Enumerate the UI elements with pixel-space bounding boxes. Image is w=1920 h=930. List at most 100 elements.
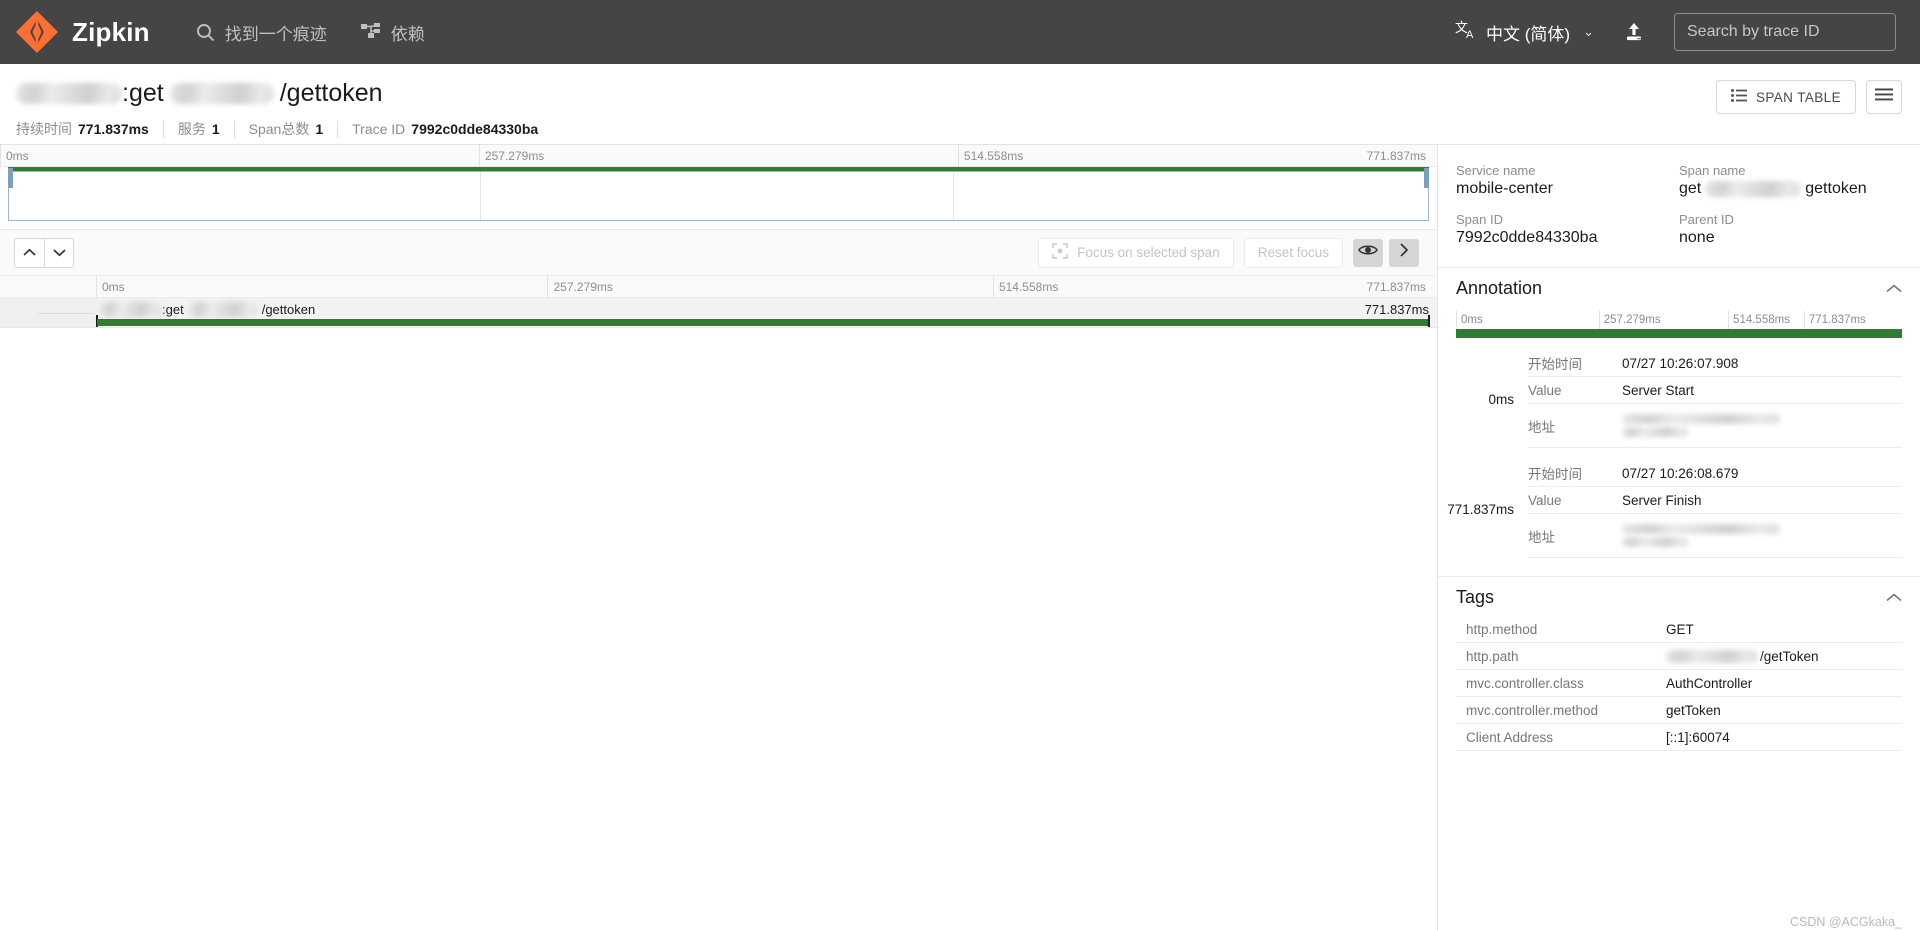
- minimap-body[interactable]: [0, 167, 1437, 229]
- next-span-button[interactable]: [44, 238, 73, 267]
- reset-focus-button[interactable]: Reset focus: [1243, 237, 1343, 268]
- services-label: 服务: [177, 121, 206, 137]
- span-bar-end-marker: [1428, 315, 1430, 327]
- reset-focus-label: Reset focus: [1257, 245, 1329, 260]
- parent-id-field: Parent ID none: [1679, 212, 1902, 259]
- span-row-label: : get /gettoken: [100, 302, 315, 317]
- span-name-method: get: [1679, 180, 1702, 197]
- svg-text:A: A: [1466, 29, 1474, 41]
- redacted-host: [1705, 181, 1802, 197]
- previous-span-button[interactable]: [15, 238, 44, 267]
- redacted-service-name: [16, 82, 122, 104]
- parent-id-value: none: [1679, 229, 1715, 246]
- eye-icon: [1358, 243, 1378, 262]
- annotation-tick-0: 0ms: [1456, 311, 1483, 329]
- span-name-label: Span name: [1679, 163, 1746, 178]
- trace-header-actions: SPAN TABLE: [1715, 80, 1902, 114]
- search-input[interactable]: [1674, 13, 1896, 51]
- hamburger-icon: [1875, 88, 1893, 106]
- annotation-offset: 0ms: [1488, 391, 1514, 407]
- tag-value: [::1]:60074: [1666, 729, 1730, 745]
- span-step-buttons: [14, 237, 74, 268]
- services-value: 1: [211, 121, 220, 137]
- span-tick-0: 0ms: [96, 276, 125, 298]
- expand-detail-button[interactable]: [1389, 238, 1419, 267]
- span-duration-bar: [97, 319, 1429, 326]
- annotation-rows: 开始时间 07/27 10:26:08.679 Value Server Fin…: [1528, 460, 1902, 558]
- chevron-up-icon[interactable]: [1886, 280, 1902, 297]
- annotation-value: 07/27 10:26:08.679: [1622, 465, 1739, 481]
- span-name-field: Span name get gettoken: [1679, 163, 1902, 210]
- nav-item-find-trace[interactable]: 找到一个痕迹: [196, 20, 327, 45]
- minimap-tick-1: 257.279ms: [478, 145, 544, 167]
- redacted-host: [1666, 649, 1758, 663]
- language-selector[interactable]: 文 A 中文 (简体) ⌄: [1455, 19, 1594, 46]
- minimap-handle-left[interactable]: [8, 168, 13, 188]
- annotation-rows: 开始时间 07/27 10:26:07.908 Value Server Sta…: [1528, 350, 1902, 448]
- span-tick-2: 514.558ms: [992, 276, 1058, 298]
- tag-row: mvc.controller.method getToken: [1456, 697, 1902, 724]
- trace-title-path: /gettoken: [279, 78, 383, 107]
- tag-value-redacted: /getToken: [1666, 649, 1819, 664]
- tags-section-title: Tags: [1456, 587, 1495, 607]
- annotation-section-header[interactable]: Annotation: [1438, 267, 1920, 307]
- redacted-service-name: [100, 302, 162, 317]
- annotation-value-redacted: [1622, 414, 1780, 437]
- chevron-down-icon: [52, 245, 66, 260]
- chevron-up-icon: [23, 245, 36, 260]
- trace-id-label: Trace ID: [352, 121, 406, 137]
- trace-timeline-pane: 0ms 257.279ms 514.558ms 771.837ms Focus …: [0, 145, 1437, 930]
- tag-key: http.method: [1466, 621, 1538, 637]
- redacted-address-line: [1622, 414, 1780, 424]
- annotation-key: Value: [1528, 382, 1562, 398]
- minimap-tick-0: 0ms: [0, 145, 29, 167]
- minimap-selection-window[interactable]: [8, 171, 1429, 221]
- span-row-method: get: [165, 302, 184, 317]
- minimap-tick-3: 771.837ms: [1366, 149, 1426, 163]
- tag-key: mvc.controller.class: [1466, 675, 1584, 691]
- annotation-value-redacted: [1622, 524, 1780, 547]
- focus-icon: [1052, 243, 1068, 262]
- redacted-address-line: [1622, 427, 1688, 437]
- trace-minimap[interactable]: 0ms 257.279ms 514.558ms 771.837ms: [0, 145, 1437, 230]
- annotation-row: Value Server Finish: [1528, 487, 1902, 514]
- zipkin-logo-icon[interactable]: [14, 9, 60, 55]
- focus-on-selected-span-label: Focus on selected span: [1077, 245, 1220, 260]
- annotation-entry: 0ms 开始时间 07/27 10:26:07.908 Value Server…: [1438, 350, 1920, 448]
- chevron-up-icon[interactable]: [1886, 589, 1902, 606]
- focus-on-selected-span-button[interactable]: Focus on selected span: [1038, 237, 1234, 268]
- tag-row: Client Address [::1]:60074: [1456, 724, 1902, 751]
- trace-menu-button[interactable]: [1866, 80, 1902, 114]
- annotation-value: Server Finish: [1622, 492, 1702, 508]
- tag-value: /getToken: [1760, 648, 1819, 664]
- meta-divider: [162, 120, 164, 138]
- span-row[interactable]: : get /gettoken 771.837ms: [0, 298, 1437, 328]
- nav-item-dependencies[interactable]: 依赖: [360, 20, 425, 45]
- span-table-button[interactable]: SPAN TABLE: [1715, 80, 1856, 114]
- duration-label: 持续时间: [16, 121, 72, 137]
- translate-icon: 文 A: [1455, 19, 1477, 46]
- trace-meta: 持续时间 771.837ms 服务 1 Span总数 1 Trace ID 79…: [16, 114, 1900, 144]
- span-row-duration: 771.837ms: [1364, 302, 1429, 317]
- trace-title: : get /gettoken: [16, 74, 1900, 112]
- trace-body: 0ms 257.279ms 514.558ms 771.837ms Focus …: [0, 145, 1920, 930]
- trace-title-method: get: [128, 78, 164, 107]
- meta-divider: [233, 120, 235, 138]
- annotation-key: 地址: [1528, 419, 1555, 435]
- upload-icon[interactable]: [1622, 20, 1646, 44]
- annotation-row: 地址: [1528, 514, 1902, 558]
- span-name-path: gettoken: [1805, 180, 1867, 197]
- span-row-path: /gettoken: [261, 302, 316, 317]
- nav-item-dependencies-label: 依赖: [390, 24, 425, 44]
- trace-id-value: 7992c0dde84330ba: [411, 121, 539, 137]
- annotation-ruler: 0ms 257.279ms 514.558ms 771.837ms: [1456, 311, 1902, 329]
- toggle-visibility-button[interactable]: [1353, 238, 1383, 267]
- minimap-handle-right[interactable]: [1424, 168, 1429, 188]
- annotation-row: 开始时间 07/27 10:26:07.908: [1528, 350, 1902, 377]
- tags-section-header[interactable]: Tags: [1438, 576, 1920, 616]
- service-name-value: mobile-center: [1456, 180, 1553, 197]
- tag-value: GET: [1666, 621, 1694, 637]
- annotation-section-title: Annotation: [1456, 278, 1543, 298]
- annotation-row: 开始时间 07/27 10:26:08.679: [1528, 460, 1902, 487]
- watermark: CSDN @ACGkaka_: [1789, 915, 1902, 929]
